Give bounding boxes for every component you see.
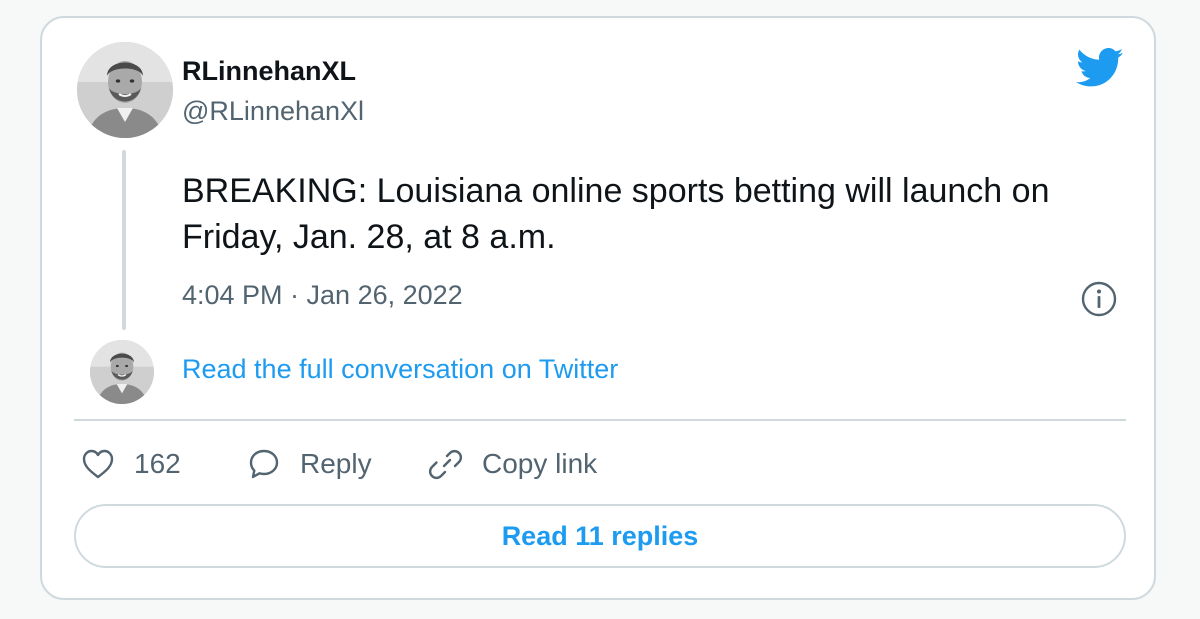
- like-count: 162: [134, 448, 181, 479]
- author-display-name[interactable]: RLinnehanXL: [182, 56, 356, 87]
- tweet-embed-card: RLinnehanXL @RLinnehanXl BREAKING: Louis…: [40, 16, 1156, 600]
- author-handle[interactable]: @RLinnehanXl: [182, 96, 364, 127]
- link-icon: [428, 449, 463, 480]
- twitter-bird-icon[interactable]: [1076, 48, 1124, 88]
- reply-label: Reply: [300, 448, 372, 479]
- author-avatar[interactable]: [77, 42, 173, 138]
- info-icon[interactable]: [1080, 280, 1118, 318]
- thread-line: [122, 150, 126, 330]
- author-avatar-small[interactable]: [90, 340, 154, 404]
- reply-button[interactable]: Reply: [246, 444, 372, 484]
- tweet-timestamp[interactable]: 4:04 PM · Jan 26, 2022: [182, 280, 463, 311]
- like-button[interactable]: 162: [80, 444, 181, 484]
- speech-bubble-icon: [249, 449, 279, 479]
- tweet-text: BREAKING: Louisiana online sports bettin…: [182, 172, 1050, 256]
- copy-link-label: Copy link: [482, 448, 598, 479]
- heart-icon: [82, 449, 114, 479]
- read-full-conversation-link[interactable]: Read the full conversation on Twitter: [182, 354, 618, 385]
- read-replies-button[interactable]: Read 11 replies: [74, 504, 1126, 568]
- copy-link-button[interactable]: Copy link: [428, 444, 597, 484]
- divider: [74, 419, 1126, 421]
